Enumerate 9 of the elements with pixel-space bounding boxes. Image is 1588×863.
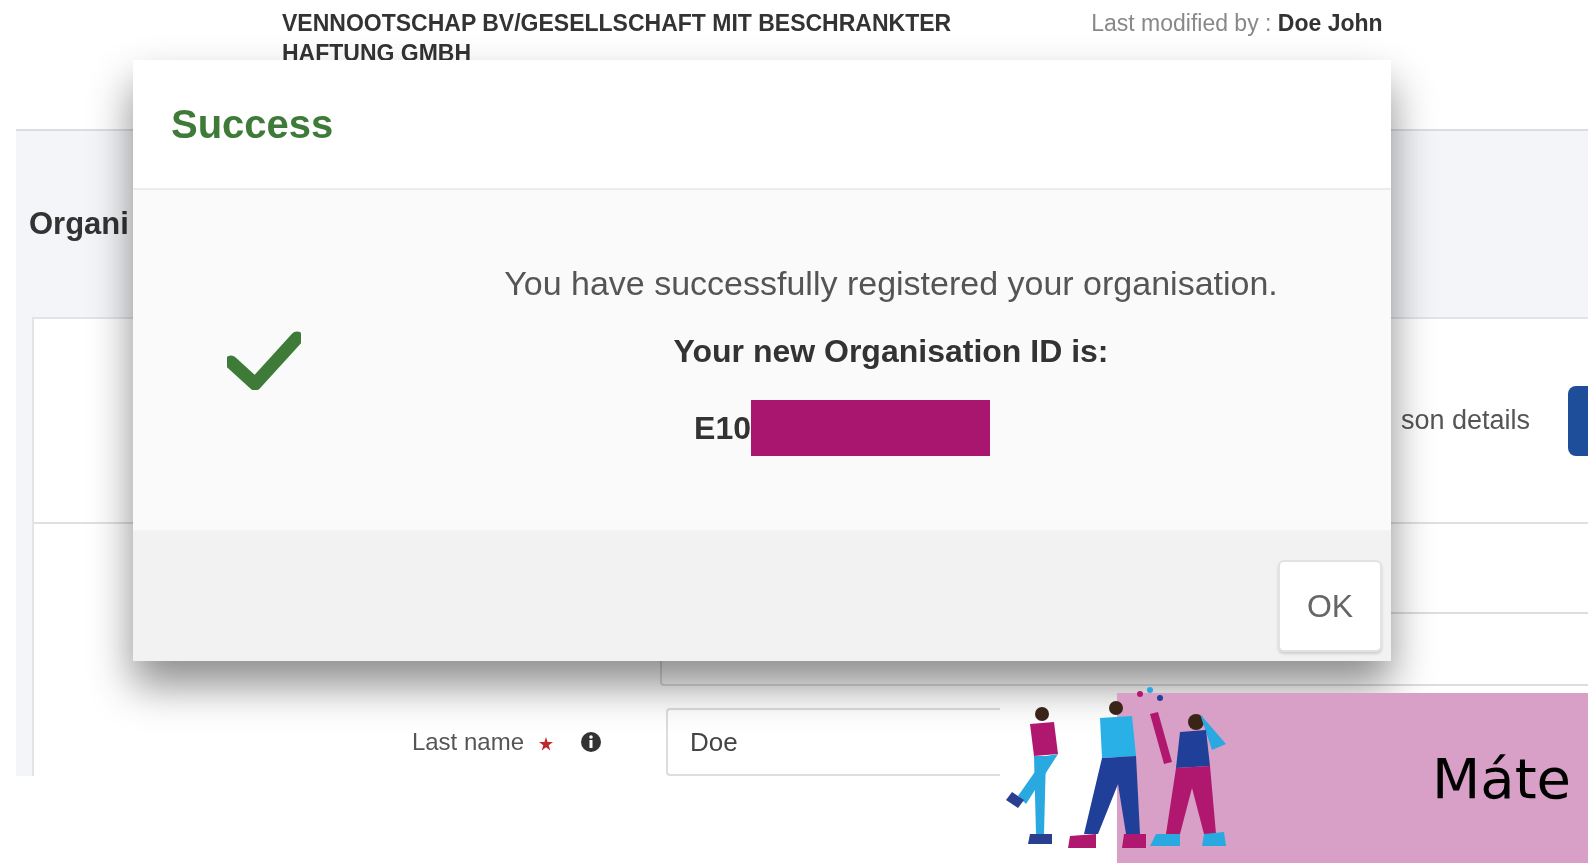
- organisation-name: VENNOOTSCHAP BV/GESELLSCHAFT MIT BESCHRANKTER: [282, 9, 952, 38]
- banner-text: Máte: [1432, 745, 1572, 811]
- id-label: Your new Organisation ID is:: [673, 333, 1109, 370]
- dialog-title: Success: [171, 101, 334, 147]
- organisation-id: E10: [694, 409, 751, 447]
- section-title: Organi: [29, 205, 129, 242]
- last-modified-text: Last modified by : Doe John: [1091, 9, 1383, 38]
- success-message: You have successfully registered your organisation.: [504, 264, 1278, 303]
- field-label: Last name: [410, 728, 524, 756]
